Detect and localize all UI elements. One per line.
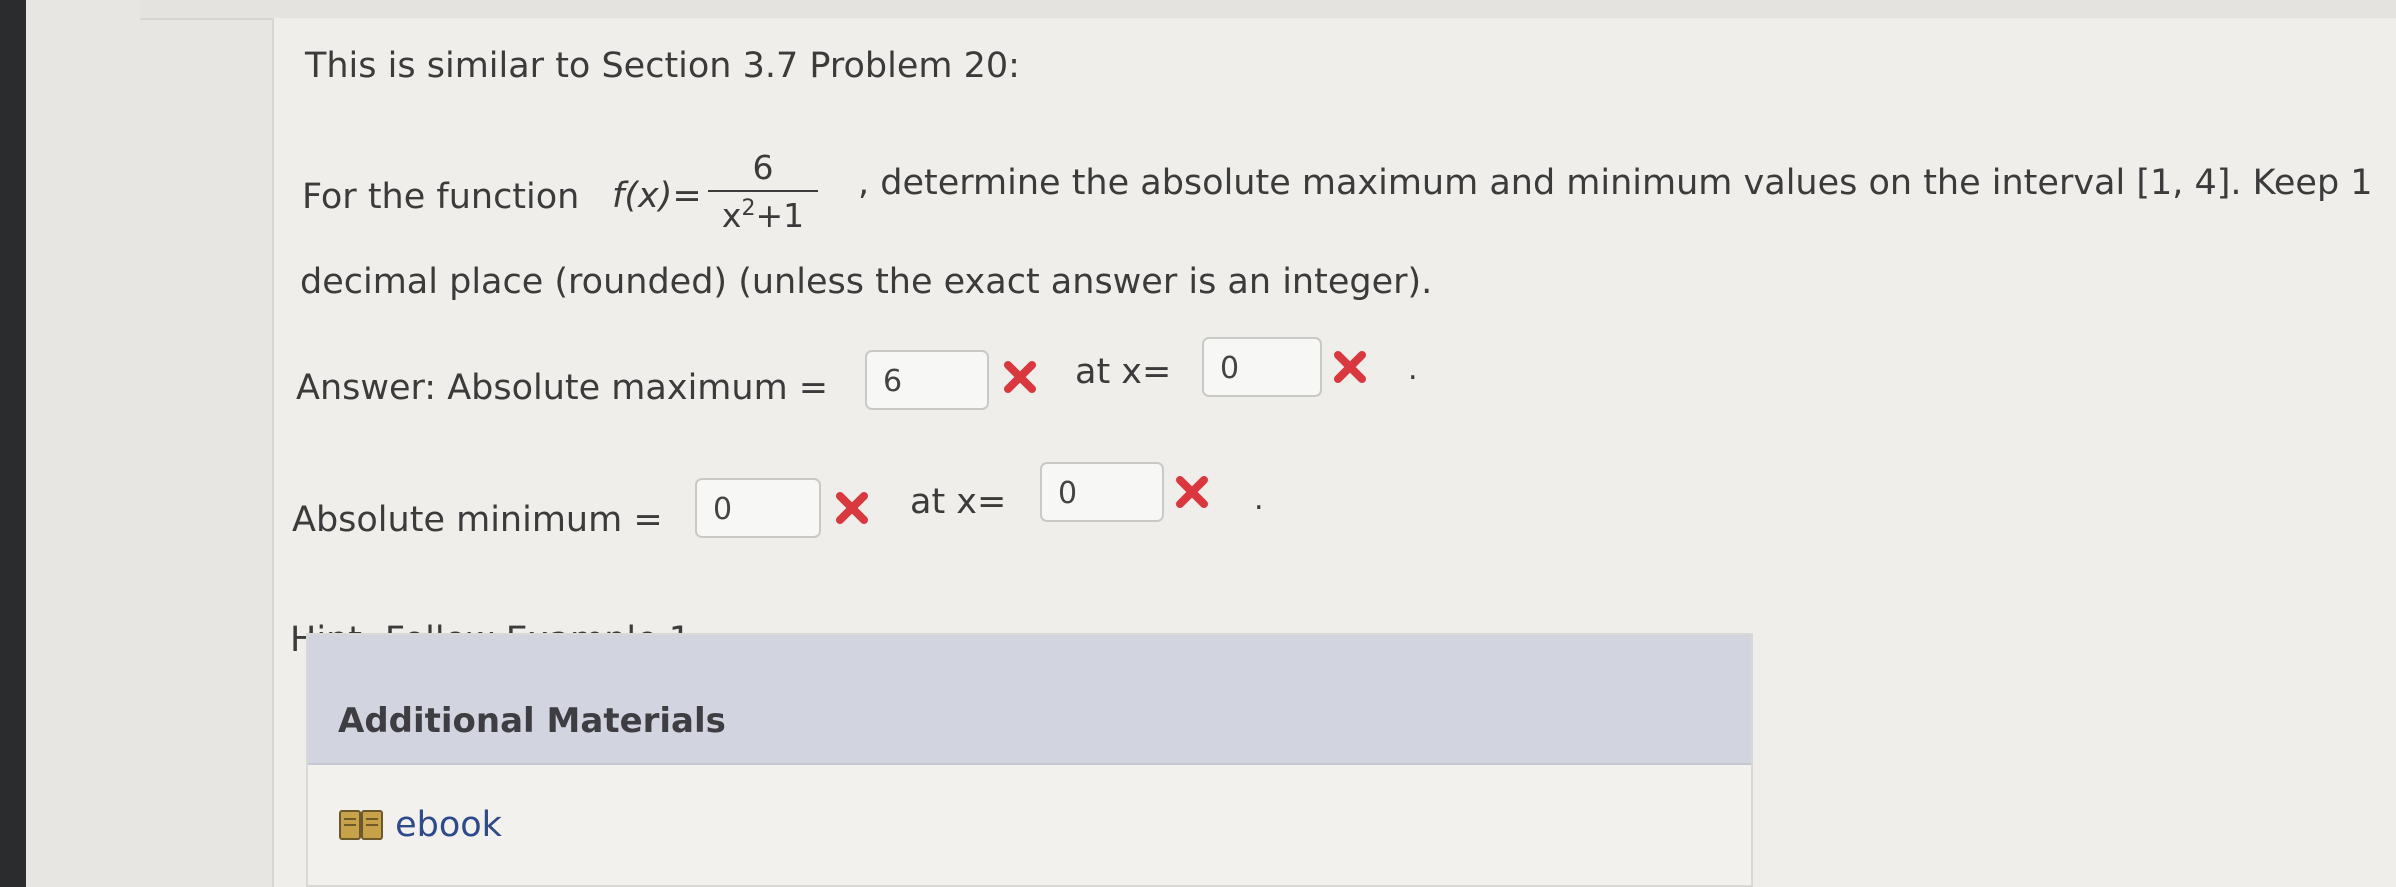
problem-statement: , determine the absolute maximum and min… xyxy=(858,163,2373,203)
minimum-x-input[interactable]: 0 xyxy=(1040,462,1164,522)
additional-materials-header: Additional Materials xyxy=(308,635,1751,765)
absolute-minimum-input[interactable]: 0 xyxy=(695,478,821,538)
maximum-at-x-label: at x= xyxy=(1075,352,1171,392)
function-fraction: 6 x2+1 xyxy=(708,148,818,235)
fraction-numerator: 6 xyxy=(752,148,774,187)
x-mark-icon xyxy=(1334,351,1366,383)
minimum-at-x-label: at x= xyxy=(910,482,1006,522)
minimum-at-label: at x= xyxy=(910,482,1007,522)
maximum-x-input[interactable]: 0 xyxy=(1202,337,1322,397)
maximum-at-label: at x= xyxy=(1075,352,1172,392)
screen-bezel xyxy=(0,0,26,887)
function-name: f(x)= xyxy=(612,176,702,216)
x-mark-icon xyxy=(836,492,868,524)
denominator-rest: +1 xyxy=(755,196,805,235)
absolute-maximum-input[interactable]: 6 xyxy=(865,350,989,410)
ebook-link[interactable]: ebook xyxy=(395,805,502,845)
left-gutter xyxy=(26,0,272,887)
x-mark-icon xyxy=(1176,476,1208,508)
fraction-bar xyxy=(708,190,818,192)
problem-title: This is similar to Section 3.7 Problem 2… xyxy=(305,46,1020,86)
book-icon xyxy=(339,810,383,840)
problem-instructions: decimal place (rounded) (unless the exac… xyxy=(300,262,1433,302)
absolute-minimum-label: Absolute minimum = xyxy=(292,500,663,540)
denominator-base: x xyxy=(721,196,742,235)
absolute-maximum-label: Answer: Absolute maximum = xyxy=(296,368,829,408)
sentence-period: . xyxy=(1408,352,1418,387)
sentence-period: . xyxy=(1254,482,1264,517)
x-mark-icon xyxy=(1004,361,1036,393)
top-strip xyxy=(140,0,2396,20)
fraction-denominator: x2+1 xyxy=(708,196,818,235)
denominator-exponent: 2 xyxy=(741,196,756,221)
additional-materials-title: Additional Materials xyxy=(338,701,726,741)
problem-lead-text: For the function xyxy=(302,177,580,217)
additional-materials-panel: Additional Materials ebook xyxy=(306,633,1753,887)
ebook-link-row[interactable]: ebook xyxy=(338,805,502,855)
